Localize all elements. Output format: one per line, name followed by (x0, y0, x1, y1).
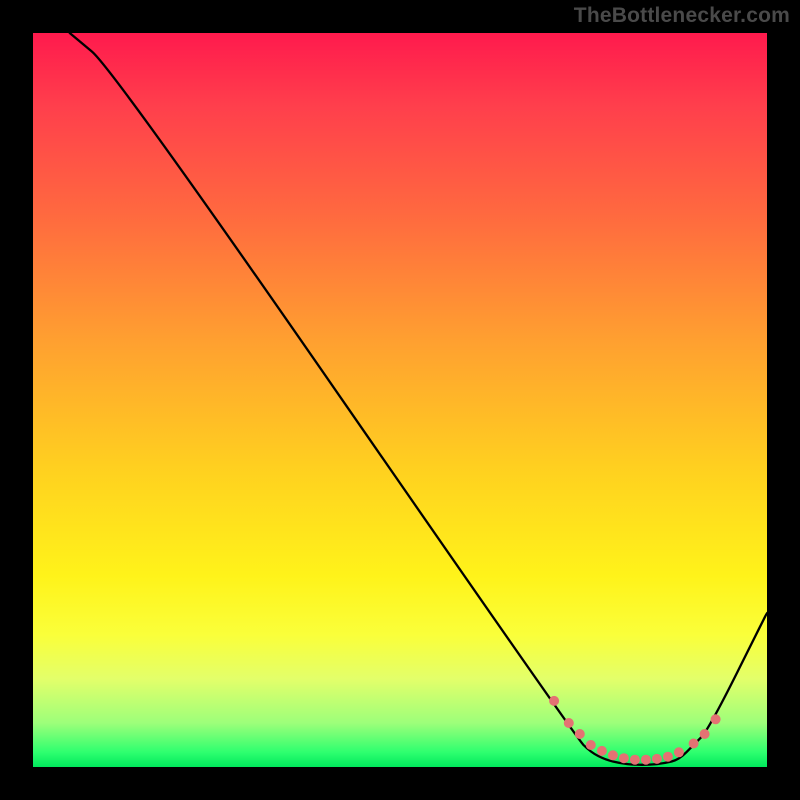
highlight-dot (549, 696, 559, 706)
highlight-dot (564, 718, 574, 728)
highlight-dot (641, 755, 651, 765)
highlight-dot (700, 729, 710, 739)
highlight-dot (689, 739, 699, 749)
watermark-label: TheBottlenecker.com (574, 4, 790, 28)
chart-overlay (33, 33, 767, 767)
highlight-dot (608, 750, 618, 760)
highlight-dot (652, 754, 662, 764)
bottleneck-curve (70, 33, 767, 765)
highlight-dot (711, 714, 721, 724)
highlight-dot (630, 755, 640, 765)
highlight-dots (549, 696, 721, 765)
highlight-dot (575, 729, 585, 739)
highlight-dot (597, 746, 607, 756)
highlight-dot (674, 747, 684, 757)
highlight-dot (619, 753, 629, 763)
chart-frame: TheBottlenecker.com (0, 0, 800, 800)
highlight-dot (586, 740, 596, 750)
highlight-dot (663, 752, 673, 762)
